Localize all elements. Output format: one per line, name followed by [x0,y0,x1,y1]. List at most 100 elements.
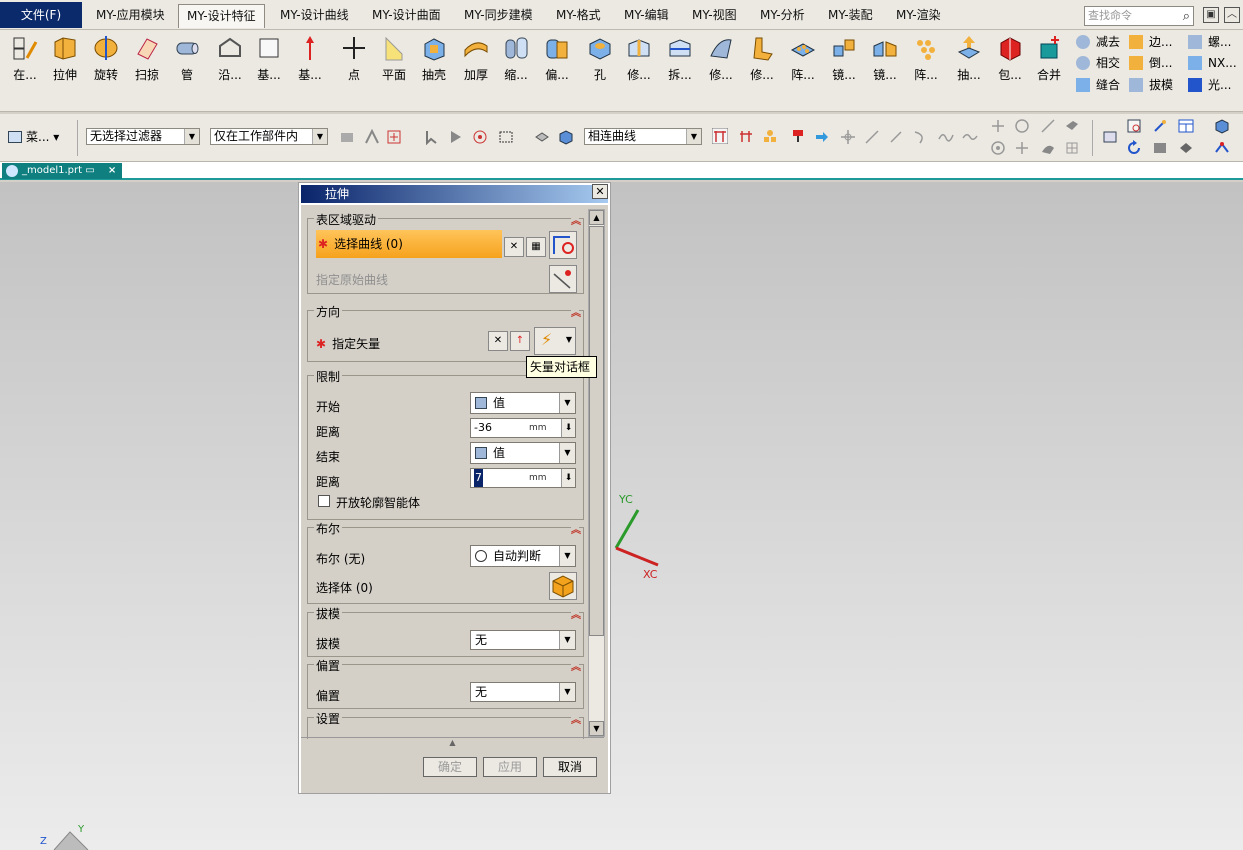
body-icon[interactable] [558,129,574,145]
chamfer-button[interactable]: 倒... [1129,54,1172,72]
trim-extend-button[interactable]: 修... [744,32,780,88]
point-button[interactable]: 点 [336,32,372,88]
render-style-icon[interactable] [1178,140,1194,156]
tab-format[interactable]: MY-格式 [548,4,609,28]
end-type-select[interactable]: 值 ▼ [470,442,576,464]
tab-analysis[interactable]: MY-分析 [752,4,813,28]
mirror-feature-button[interactable]: 镜... [826,32,862,88]
sketch-in-task-button[interactable]: 在... [7,32,43,88]
select-curve-row[interactable]: ✱ 选择曲线 (0) [316,230,502,258]
section-boolean-header[interactable]: 布尔 [314,520,343,537]
tube-button[interactable]: 管 [169,32,205,88]
restore-window-icon[interactable]: ▣ [1203,7,1219,23]
wrap-geometry-button[interactable]: 包... [992,32,1028,88]
shaded-icon[interactable] [1152,140,1168,156]
target-icon[interactable] [472,129,488,145]
tab-design-feature[interactable]: MY-设计特征 [178,4,265,28]
filter-settings-icon[interactable] [339,129,355,145]
pin-icon[interactable]: ▭ [85,165,94,176]
offset-select[interactable]: 无 ▼ [470,682,576,702]
collapse-chevron-icon[interactable]: ︽ [571,711,581,726]
command-search-input[interactable]: 查找命令 ⌕ [1084,6,1194,26]
draft-button[interactable]: 拔模 [1129,76,1173,94]
selection-filter-select[interactable]: 无选择过滤器 ▼ [86,128,200,145]
start-type-select[interactable]: 值 ▼ [470,392,576,414]
cube-view-icon[interactable] [1214,118,1230,134]
offset-face-button[interactable]: 偏... [539,32,575,88]
zoom-window-icon[interactable] [1126,118,1142,134]
revolve-button[interactable]: 旋转 [88,32,124,88]
hole-button[interactable]: 孔 [582,32,618,88]
nx-button[interactable]: NX... [1188,54,1237,72]
remove-selection-icon[interactable]: ✕ [504,237,524,257]
curve-select-icon[interactable] [549,231,577,259]
collapse-chevron-icon[interactable]: ︽ [571,606,581,621]
scroll-down-icon[interactable]: ▼ [589,721,604,736]
feature-icon[interactable] [534,129,550,145]
tab-view[interactable]: MY-视图 [684,4,745,28]
plane-button[interactable]: 平面 [376,32,412,88]
trim-sheet-button[interactable]: 修... [703,32,739,88]
collapse-chevron-icon[interactable]: ︽ [571,304,581,319]
bounded-grid-icon[interactable] [1040,140,1056,156]
close-icon[interactable]: ✕ [592,184,608,199]
existing-point-icon[interactable] [1014,140,1030,156]
line-icon[interactable] [864,129,880,145]
feature-curves-icon[interactable] [762,128,778,144]
boolean-select[interactable]: 自动判断 ▼ [470,545,576,567]
spline-2-icon[interactable] [962,129,978,145]
tab-sync-modeling[interactable]: MY-同步建模 [456,4,541,28]
cancel-button[interactable]: 取消 [543,757,597,777]
tab-design-curve[interactable]: MY-设计曲线 [272,4,357,28]
open-profile-checkbox[interactable] [318,495,330,507]
add-selection-icon[interactable] [386,129,402,145]
start-distance-input[interactable]: -36 mm ⬇ [470,418,576,438]
sweep-along-guide-button[interactable]: 沿... [212,32,248,88]
thread-button[interactable]: 螺... [1188,33,1231,51]
pan-icon[interactable] [1152,118,1168,134]
datum-plane-button[interactable]: 基... [251,32,287,88]
tab-assembly[interactable]: MY-装配 [820,4,881,28]
dialog-title[interactable]: 拉伸 [301,185,608,203]
end-distance-input[interactable]: 7 mm ⬇ [470,468,576,488]
intersection-point-icon[interactable] [990,118,1006,134]
intersect-button[interactable]: 相交 [1076,54,1120,72]
snap-point-icon[interactable] [840,129,856,145]
collapse-chevron-icon[interactable]: ︽ [571,212,581,227]
footer-collapse-bar[interactable]: ▲ [301,737,604,749]
scroll-thumb[interactable] [589,226,604,636]
pattern-feature-button[interactable]: 阵... [785,32,821,88]
select-body-button[interactable] [549,572,577,600]
section-direction-header[interactable]: 方向 [314,303,343,320]
light-button[interactable]: 光... [1188,76,1231,94]
section-settings-header[interactable]: 设置 [314,710,343,727]
datum-axis-button[interactable]: 基... [292,32,328,88]
apply-button[interactable]: 应用 [483,757,537,777]
scroll-up-icon[interactable]: ▲ [589,210,604,225]
tangent-point-icon[interactable] [1040,118,1056,134]
collapse-chevron-icon[interactable]: ︽ [571,521,581,536]
unite-button[interactable]: 合并 [1031,32,1067,88]
rotate-icon[interactable] [1126,140,1142,156]
file-tab-model1[interactable]: _model1.prt ▭ × [2,163,123,179]
extrude-button[interactable]: 拉伸 [47,32,83,88]
draft-select[interactable]: 无 ▼ [470,630,576,650]
ok-button[interactable]: 确定 [423,757,477,777]
menu-button[interactable]: 菜... ▾ [8,128,59,145]
sew-button[interactable]: 缝合 [1076,76,1120,94]
tangent-curves-icon[interactable] [712,128,728,144]
arc-center-icon[interactable] [1014,118,1030,134]
section-drive-header[interactable]: 表区域驱动 [314,211,379,228]
snap-icon[interactable] [364,129,380,145]
grid-icon[interactable] [1064,140,1080,156]
mirror-body-button[interactable]: 镜... [867,32,903,88]
curve-rule-select[interactable]: 相连曲线 ▼ [584,128,702,145]
pattern-geometry-button[interactable]: 阵... [908,32,944,88]
sketch-section-icon[interactable]: ▦ [526,237,546,257]
edge-blend-button[interactable]: 边... [1129,33,1172,51]
collapse-ribbon-icon[interactable]: ︿ [1224,7,1240,23]
stop-at-intersection-icon[interactable] [738,128,754,144]
group-icon[interactable] [790,128,806,144]
arrow-down-icon[interactable]: ⬇ [561,469,575,487]
extract-geometry-button[interactable]: 抽... [951,32,987,88]
